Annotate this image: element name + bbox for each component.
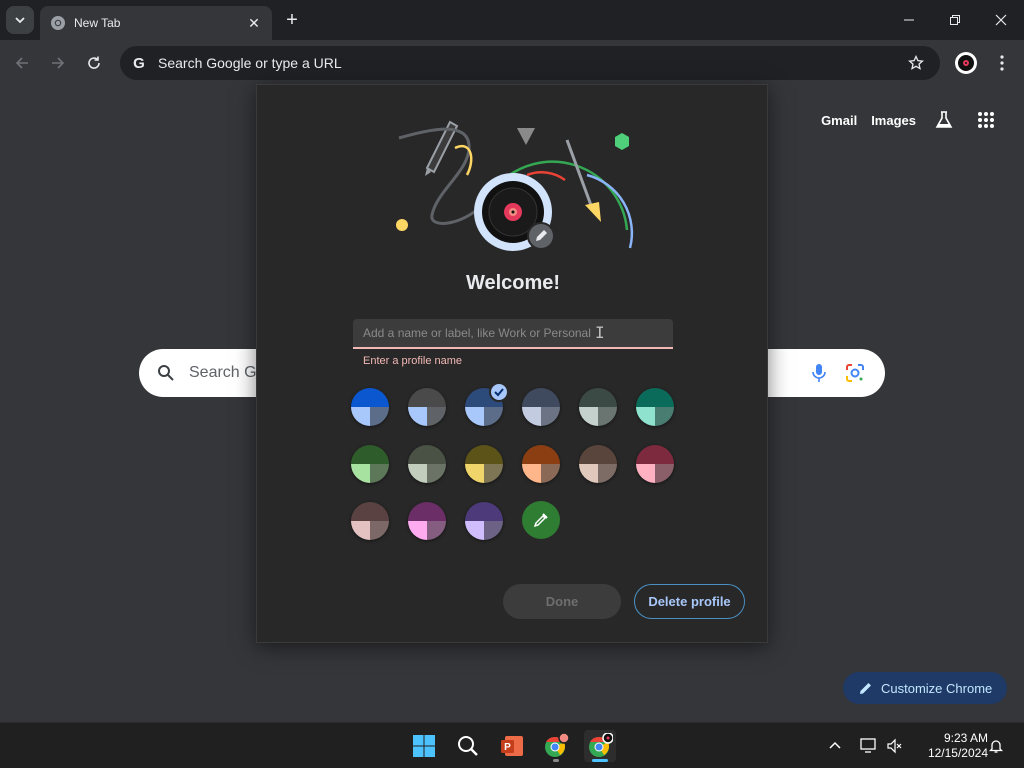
restore-button[interactable] <box>932 0 978 40</box>
volume-status[interactable] <box>886 723 904 768</box>
chevron-up-icon <box>829 741 841 749</box>
tab-new-tab[interactable]: New Tab ✕ <box>40 6 272 40</box>
notifications-button[interactable] <box>988 723 1004 768</box>
color-swatch[interactable] <box>408 445 446 483</box>
close-tab-icon[interactable]: ✕ <box>246 15 262 31</box>
customize-chrome-button[interactable]: Customize Chrome <box>843 672 1007 704</box>
start-button[interactable] <box>408 730 440 762</box>
color-swatch[interactable] <box>351 388 389 426</box>
color-swatch[interactable] <box>465 502 503 540</box>
triangle-shape <box>517 128 535 145</box>
color-swatch[interactable] <box>636 388 674 426</box>
windows-logo-icon <box>413 735 435 757</box>
bell-icon <box>988 740 1004 753</box>
taskbar-search-button[interactable] <box>452 730 484 762</box>
taskbar-chrome-1[interactable] <box>540 730 572 762</box>
gmail-link[interactable]: Gmail <box>821 113 857 128</box>
profile-name-error: Enter a profile name <box>363 355 463 367</box>
avatar-vinyl-icon <box>474 173 555 251</box>
apps-grid-icon[interactable] <box>972 106 1000 134</box>
microphone-icon[interactable] <box>809 363 829 388</box>
chevron-down-icon <box>15 17 25 24</box>
taskbar-powerpoint[interactable]: P <box>496 730 528 762</box>
new-tab-button[interactable]: + <box>280 8 304 32</box>
color-swatch[interactable] <box>522 445 560 483</box>
color-swatch[interactable] <box>522 388 560 426</box>
hexagon-shape <box>615 133 629 150</box>
selected-check-icon <box>489 382 509 402</box>
forward-button[interactable] <box>44 49 72 77</box>
minimize-button[interactable] <box>886 0 932 40</box>
speaker-muted-icon <box>887 738 902 754</box>
monitor-network-icon <box>860 738 876 753</box>
title-bar: New Tab ✕ + <box>0 0 1024 40</box>
profile-avatar-button[interactable] <box>954 51 978 75</box>
powerpoint-icon: P <box>501 736 523 756</box>
back-button[interactable] <box>8 49 36 77</box>
reload-button[interactable] <box>80 49 108 77</box>
clock-time: 9:23 AM <box>943 731 988 745</box>
reload-icon <box>88 56 100 69</box>
color-swatch[interactable] <box>351 502 389 540</box>
welcome-illustration <box>396 120 634 251</box>
close-window-button[interactable] <box>978 0 1024 40</box>
avatar <box>955 52 977 74</box>
custom-color-picker-button[interactable] <box>522 501 560 539</box>
welcome-heading: Welcome! <box>465 272 561 294</box>
text-cursor-icon: I <box>595 323 605 342</box>
close-icon <box>995 14 1007 26</box>
restore-icon <box>950 15 960 25</box>
google-lens-icon[interactable] <box>845 363 865 388</box>
color-swatch[interactable] <box>579 445 617 483</box>
images-link[interactable]: Images <box>871 113 916 128</box>
minimize-icon <box>904 19 914 21</box>
google-g-icon: G <box>130 54 148 72</box>
pencil-icon <box>860 683 871 694</box>
color-swatch[interactable] <box>408 502 446 540</box>
svg-text:P: P <box>504 742 511 753</box>
windows-taskbar: P 9:23 AM 12/15/2024 <box>0 722 1024 768</box>
color-swatch[interactable] <box>408 388 446 426</box>
yellow-dot-shape <box>396 219 408 231</box>
tab-search-button[interactable] <box>6 6 34 34</box>
chrome-menu-button[interactable] <box>990 49 1014 77</box>
more-vert-icon <box>1000 55 1004 71</box>
color-swatch[interactable] <box>465 445 503 483</box>
profile-customization-dialog: Welcome! I Enter a profile name Done Del… <box>256 84 768 643</box>
arrow-left-icon <box>15 57 28 69</box>
chrome-icon <box>50 15 66 31</box>
tab-title: New Tab <box>74 16 121 30</box>
customize-chrome-label: Customize Chrome <box>881 680 993 696</box>
delete-profile-button[interactable]: Delete profile <box>634 584 745 619</box>
labs-flask-icon[interactable] <box>930 106 958 134</box>
profile-name-input[interactable] <box>353 319 673 349</box>
color-swatch[interactable] <box>351 445 389 483</box>
search-icon <box>458 736 478 756</box>
chrome-icon <box>545 733 569 757</box>
network-status[interactable] <box>860 723 878 768</box>
color-swatch[interactable] <box>579 388 617 426</box>
svg-text:G: G <box>133 55 145 71</box>
bookmark-star-icon[interactable] <box>902 49 930 77</box>
paintbrush-icon <box>565 139 601 222</box>
chrome-icon <box>589 733 613 757</box>
done-button[interactable]: Done <box>503 584 621 619</box>
system-clock[interactable]: 9:23 AM 12/15/2024 <box>912 731 988 761</box>
arrow-right-icon <box>52 57 65 69</box>
search-icon <box>158 365 174 381</box>
taskbar-chrome-2[interactable] <box>584 730 616 762</box>
eyedropper-icon <box>533 513 548 528</box>
browser-toolbar: G Search Google or type a URL <box>0 40 1024 86</box>
address-bar-text: Search Google or type a URL <box>158 55 342 71</box>
show-hidden-icons-button[interactable] <box>828 723 842 768</box>
color-swatch[interactable] <box>636 445 674 483</box>
clock-date: 12/15/2024 <box>927 746 988 760</box>
ntp-header-links: Gmail Images <box>821 106 1000 134</box>
address-bar[interactable]: G Search Google or type a URL <box>120 46 940 80</box>
